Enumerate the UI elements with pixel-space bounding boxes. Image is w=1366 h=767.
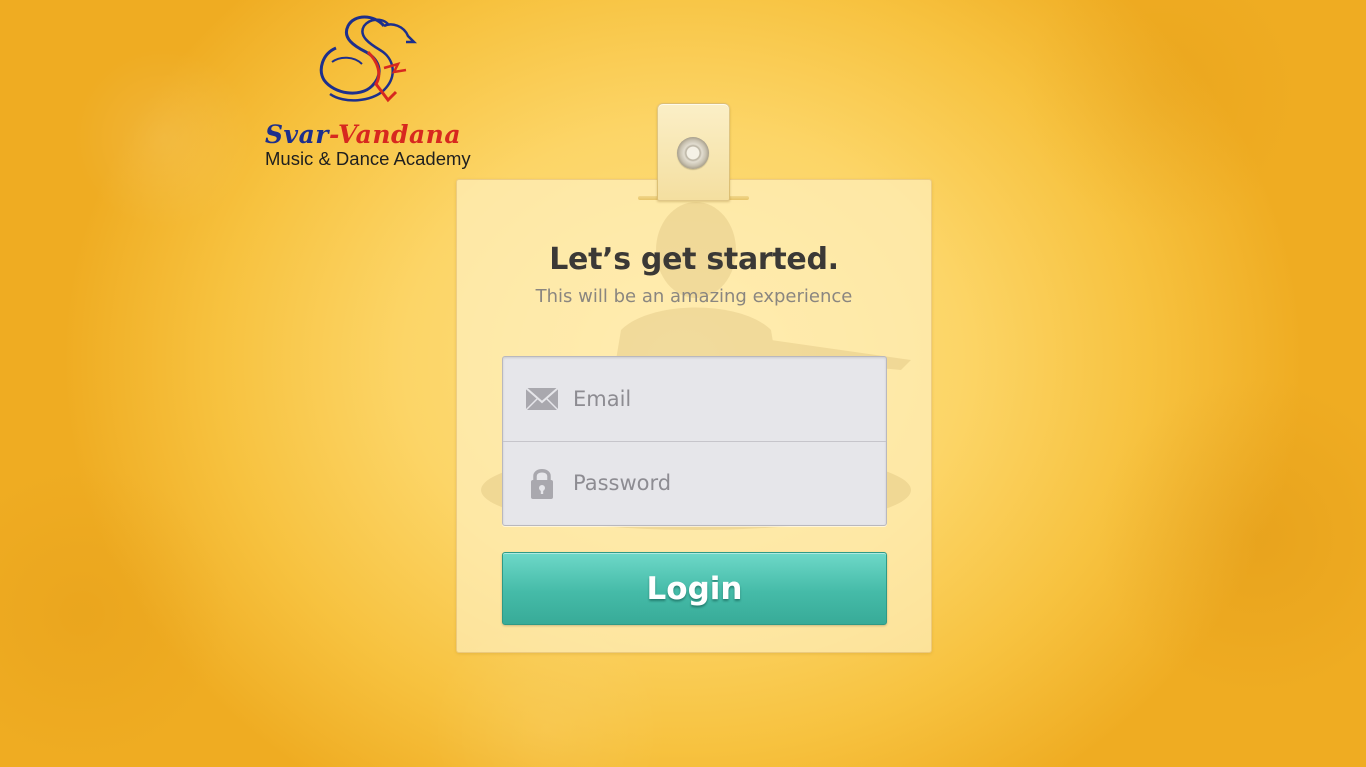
login-form-fields [502, 356, 887, 526]
card-clip [657, 103, 730, 201]
page-title: Let’s get started. [549, 242, 839, 277]
password-row [503, 441, 886, 525]
email-field[interactable] [573, 379, 863, 419]
envelope-icon [525, 387, 559, 411]
logo-name-vandana: Vandana [338, 120, 462, 149]
email-row [503, 357, 886, 442]
swan-logo-icon [319, 15, 418, 103]
login-button[interactable]: Login [502, 552, 887, 625]
page-subtitle: This will be an amazing experience [535, 286, 853, 307]
logo-name-svar: Svar [265, 120, 329, 149]
login-card: Let’s get started. This will be an amazi… [456, 179, 932, 653]
logo-wordmark: Svar-Vandana [265, 120, 461, 149]
eyelet-icon [677, 137, 709, 169]
lock-icon [531, 469, 553, 499]
password-field[interactable] [573, 463, 863, 503]
logo-separator: - [328, 120, 339, 149]
academy-logo: Svar-Vandana Music & Dance Academy [262, 12, 484, 172]
logo-tagline: Music & Dance Academy [265, 148, 471, 169]
